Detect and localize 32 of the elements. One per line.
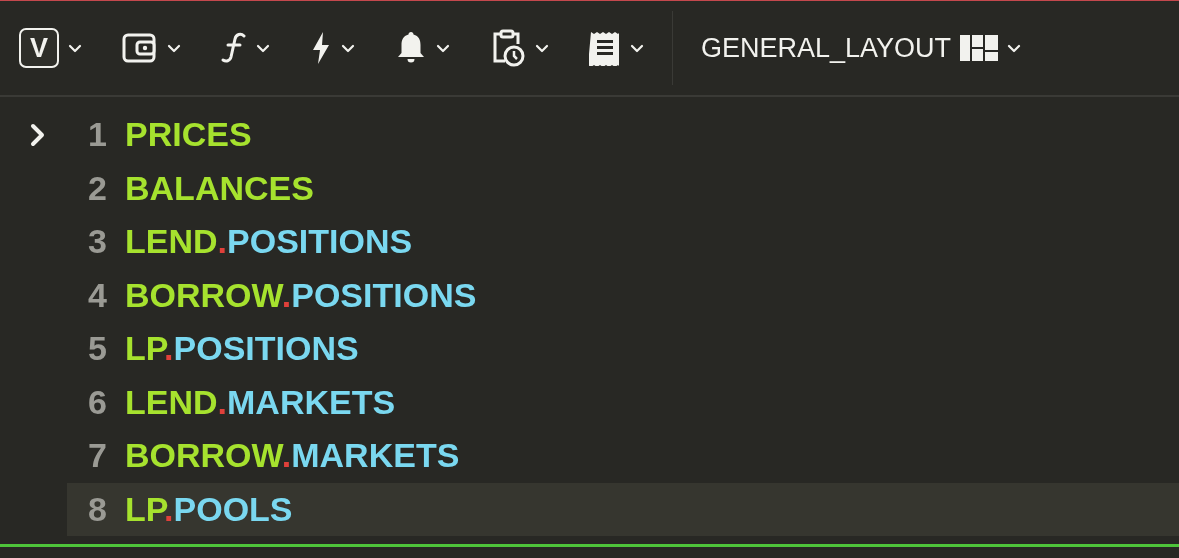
code-line: LP.POSITIONS: [125, 329, 359, 369]
layout-grid-icon: [960, 35, 999, 61]
caret-icon: [535, 43, 549, 53]
caret-icon: [256, 43, 270, 53]
code-line: PRICES: [125, 115, 252, 155]
code-line: BORROW.MARKETS: [125, 436, 460, 476]
caret-icon: [1007, 43, 1022, 53]
code-line: LEND.MARKETS: [125, 382, 396, 422]
line-number: 1: [87, 115, 107, 155]
code-line: BORROW.POSITIONS: [125, 275, 477, 315]
caret-icon: [68, 43, 82, 53]
logo-icon: V: [19, 28, 59, 68]
receipt-icon: [589, 30, 621, 66]
lightning-icon: [310, 31, 332, 65]
code-line: BALANCES: [125, 168, 314, 208]
line-number: 5: [87, 329, 107, 369]
line-number: 4: [87, 275, 107, 315]
function-icon: [221, 31, 247, 65]
line-number: 6: [87, 382, 107, 422]
caret-icon: [630, 43, 644, 53]
logo-menu-button[interactable]: V: [19, 23, 82, 73]
line-number: 3: [87, 222, 107, 262]
line-number: 2: [87, 168, 107, 208]
line-number: 7: [87, 436, 107, 476]
layout-menu-button[interactable]: GENERAL_LAYOUT: [701, 23, 1022, 73]
line-number: 8: [87, 489, 107, 529]
caret-icon: [167, 43, 181, 53]
wallet-icon: [122, 31, 158, 65]
caret-icon: [341, 43, 355, 53]
caret-icon: [436, 43, 450, 53]
code-line: LEND.POSITIONS: [125, 222, 413, 262]
code-line: LP.POOLS: [125, 489, 293, 529]
